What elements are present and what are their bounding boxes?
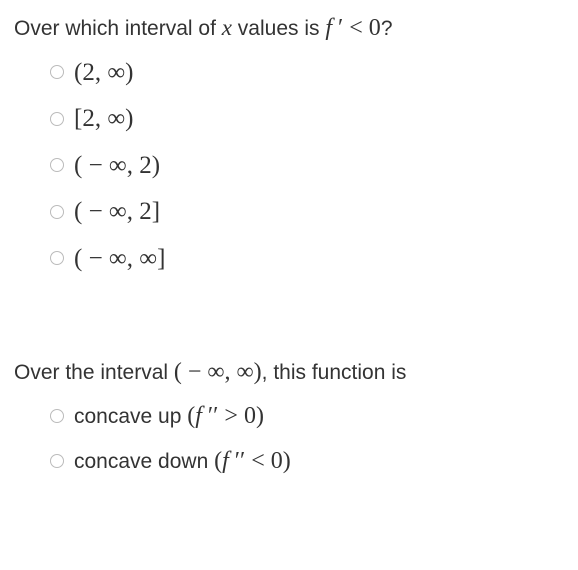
radio-icon[interactable] (50, 112, 64, 126)
radio-icon[interactable] (50, 65, 64, 79)
option-label: (2, ∞) (74, 54, 133, 92)
question-2-options: concave up (f ′′ > 0) concave down (f ′′… (14, 398, 564, 479)
radio-icon[interactable] (50, 251, 64, 265)
q2-suffix: , this function is (262, 361, 407, 384)
option-label: concave down (f ′′ < 0) (74, 443, 291, 479)
option-label: concave up (f ′′ > 0) (74, 398, 264, 434)
q1-var: x (222, 15, 232, 40)
q1-suffix: ? (381, 17, 393, 40)
q2-prefix: Over the interval (14, 361, 174, 384)
option-math: (f ′′ > 0) (187, 403, 264, 429)
q1-expr: f ′ < 0 (325, 15, 380, 41)
option-row[interactable]: concave up (f ′′ > 0) (50, 398, 564, 434)
radio-icon[interactable] (50, 158, 64, 172)
question-2-text: Over the interval ( − ∞, ∞), this functi… (14, 356, 564, 390)
radio-icon[interactable] (50, 409, 64, 423)
option-text: concave up (74, 405, 187, 428)
option-row[interactable]: ( − ∞, 2) (50, 147, 564, 185)
option-label: ( − ∞, 2) (74, 147, 160, 185)
option-math: (f ′′ < 0) (214, 448, 291, 474)
q1-middle: values is (232, 17, 325, 40)
radio-icon[interactable] (50, 454, 64, 468)
option-row[interactable]: (2, ∞) (50, 54, 564, 92)
question-1-options: (2, ∞) [2, ∞) ( − ∞, 2) ( − ∞, 2] ( − ∞,… (14, 54, 564, 278)
question-1-text: Over which interval of x values is f ′ <… (14, 12, 564, 46)
option-row[interactable]: concave down (f ′′ < 0) (50, 443, 564, 479)
q2-interval: ( − ∞, ∞) (174, 359, 262, 385)
radio-icon[interactable] (50, 205, 64, 219)
option-label: ( − ∞, 2] (74, 193, 160, 231)
q1-prefix: Over which interval of (14, 17, 222, 40)
option-row[interactable]: ( − ∞, 2] (50, 193, 564, 231)
option-row[interactable]: [2, ∞) (50, 100, 564, 138)
option-row[interactable]: ( − ∞, ∞] (50, 240, 564, 278)
option-label: ( − ∞, ∞] (74, 240, 165, 278)
option-text: concave down (74, 450, 214, 473)
option-label: [2, ∞) (74, 100, 133, 138)
